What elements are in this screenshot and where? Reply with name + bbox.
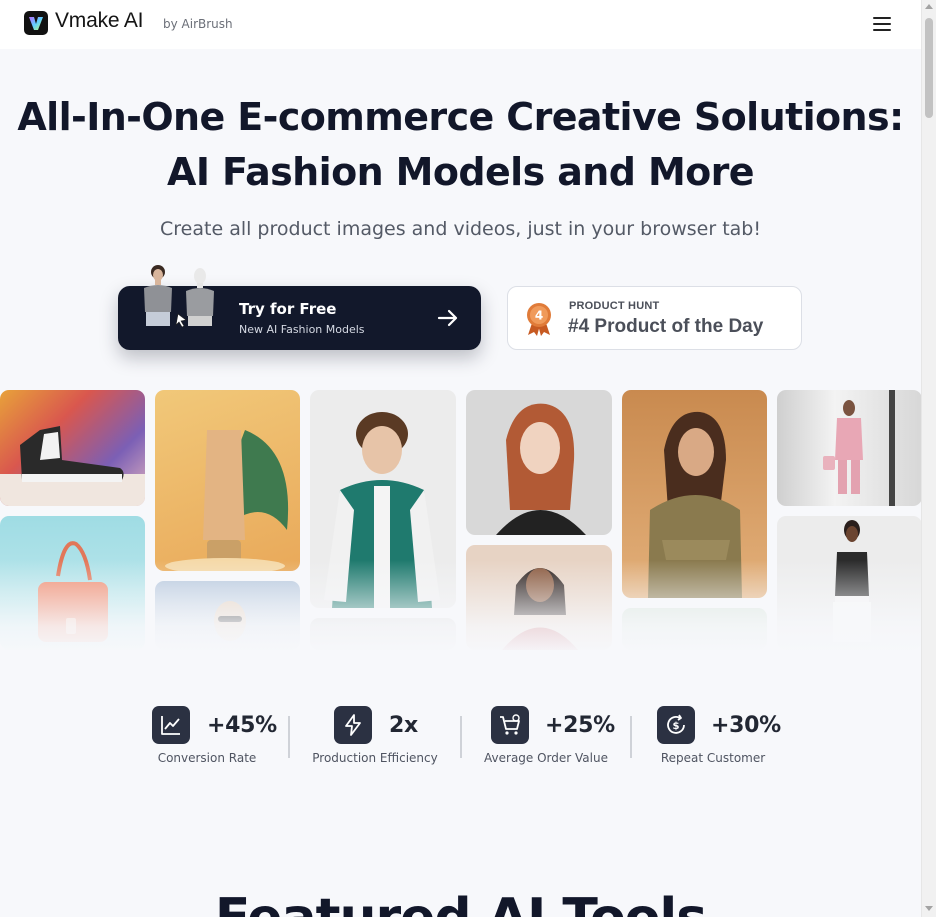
medal-number: 4 xyxy=(535,309,543,323)
fashion-models-thumbnail xyxy=(134,262,230,350)
hero-subtitle: Create all product images and videos, ju… xyxy=(160,218,761,240)
brand-suffix: by AirBrush xyxy=(163,17,233,31)
cta-label: Try for Free xyxy=(239,300,337,318)
top-nav-bar: Vmake AI by AirBrush xyxy=(0,0,921,49)
stat-divider xyxy=(460,716,462,758)
svg-text:$: $ xyxy=(673,721,680,732)
product-hunt-rank: #4 Product of the Day xyxy=(568,316,764,337)
scroll-down-arrow-icon[interactable] xyxy=(925,906,933,911)
stat-label-order-value: Average Order Value xyxy=(484,751,608,765)
arrow-right-icon[interactable] xyxy=(436,306,460,330)
stat-value-repeat: +30% xyxy=(711,713,781,738)
scrollbar-thumb[interactable] xyxy=(925,18,933,118)
hamburger-menu-icon[interactable] xyxy=(873,17,891,31)
stat-value-conversion: +45% xyxy=(207,713,277,738)
medal-icon: 4 xyxy=(527,303,551,336)
stat-divider xyxy=(288,716,290,758)
gallery-tile-model-red-hair[interactable] xyxy=(466,390,612,535)
try-for-free-button[interactable]: Try for Free New AI Fashion Models xyxy=(118,265,481,350)
gallery-tile-sneaker[interactable] xyxy=(0,390,145,506)
product-hunt-badge[interactable]: 4 PRODUCT HUNT #4 Product of the Day xyxy=(507,286,802,350)
cta-sublabel: New AI Fashion Models xyxy=(239,323,365,336)
stat-label-conversion: Conversion Rate xyxy=(157,751,257,765)
hero-title: All-In-One E-commerce Creative Solutions… xyxy=(0,90,921,200)
stat-divider xyxy=(630,716,632,758)
scroll-up-arrow-icon[interactable] xyxy=(925,4,933,9)
dollar-refresh-icon: $ xyxy=(657,706,695,744)
product-hunt-label: PRODUCT HUNT xyxy=(569,300,660,312)
gallery-fade-overlay xyxy=(0,560,921,655)
featured-tools-heading: Featured AI Tools xyxy=(0,888,921,917)
brand-name[interactable]: Vmake AI xyxy=(55,9,143,33)
stat-label-efficiency: Production Efficiency xyxy=(312,751,438,765)
gallery-tile-skincare[interactable] xyxy=(155,390,300,571)
lightning-icon xyxy=(334,706,372,744)
hero-title-line-1: All-In-One E-commerce Creative Solutions… xyxy=(17,95,904,139)
chart-line-icon xyxy=(152,706,190,744)
stat-value-efficiency: 2x xyxy=(389,713,418,738)
vmake-logo-icon[interactable] xyxy=(24,11,48,35)
hero-title-line-2: AI Fashion Models and More xyxy=(167,150,755,194)
gallery-tile-pink-suit[interactable] xyxy=(777,390,921,506)
cart-icon xyxy=(491,706,529,744)
stat-label-repeat: Repeat Customer xyxy=(660,751,766,765)
vertical-scrollbar[interactable] xyxy=(921,0,936,917)
stat-value-order-value: +25% xyxy=(545,713,615,738)
